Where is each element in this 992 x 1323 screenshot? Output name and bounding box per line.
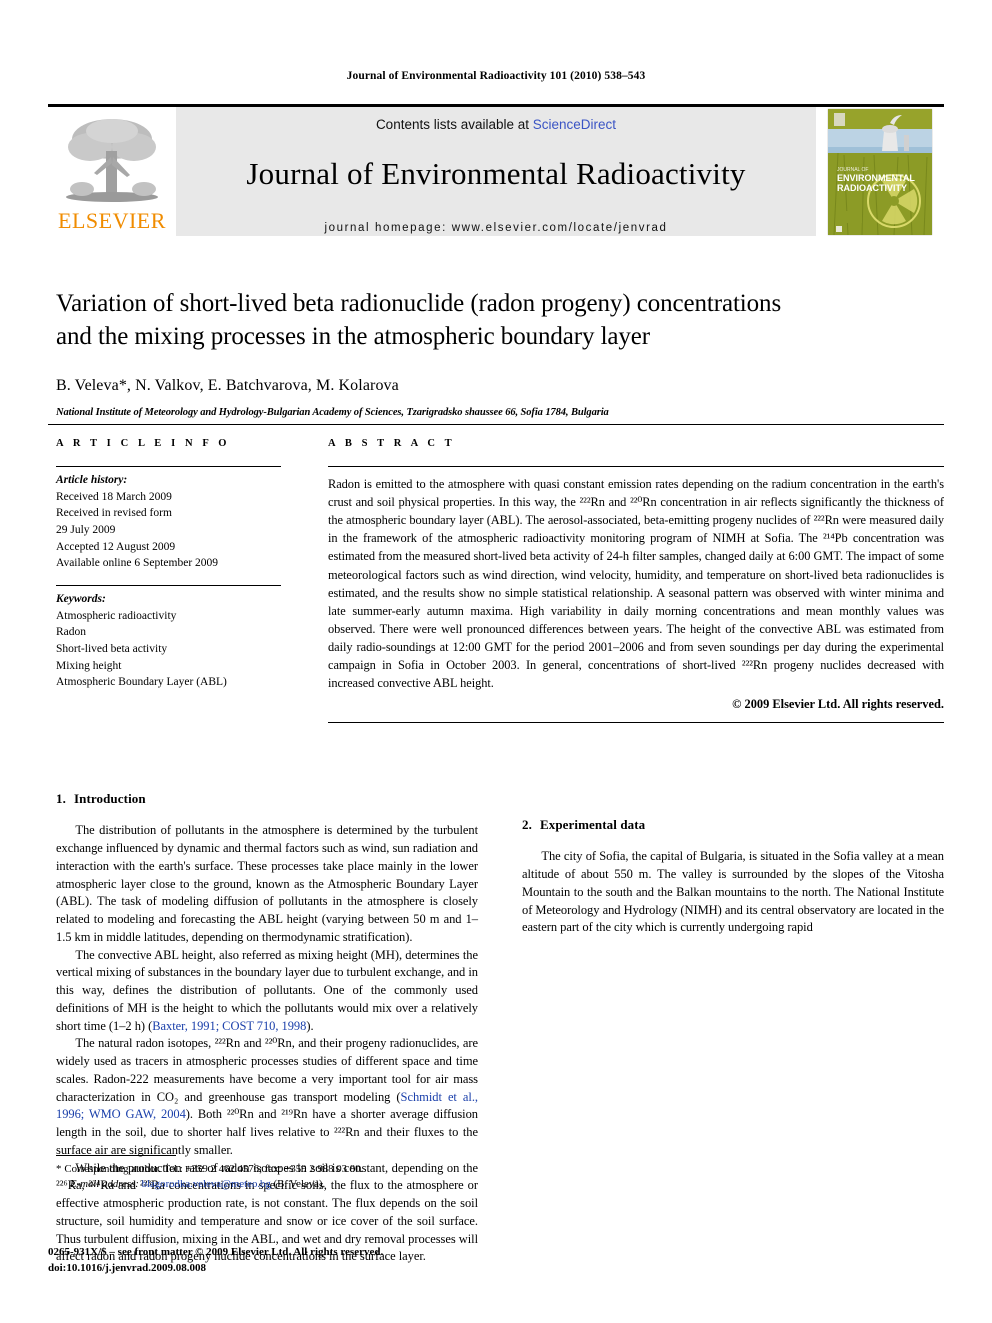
email-label: E-mail address: bbox=[70, 1178, 139, 1191]
journal-cover-thumbnail: JOURNAL OF ENVIRONMENTAL RADIOACTIVITY bbox=[816, 107, 944, 236]
footnote-block: * Corresponding author. Tel.: +359 2 462 … bbox=[56, 1162, 486, 1193]
article-title-line2: and the mixing processes in the atmosphe… bbox=[56, 322, 651, 350]
email-link[interactable]: blagorodka.veleva@meteo.bg bbox=[142, 1178, 271, 1190]
article-history-block: Article history: Received 18 March 2009 … bbox=[56, 472, 281, 572]
abstract-column: Radon is emitted to the atmosphere with … bbox=[328, 466, 944, 724]
elsevier-wordmark: ELSEVIER bbox=[58, 208, 166, 233]
paragraph: The natural radon isotopes, ²²²Rn and ²²… bbox=[56, 1035, 478, 1159]
elsevier-tree-icon bbox=[66, 119, 158, 202]
keyword-item: Atmospheric radioactivity bbox=[56, 609, 177, 622]
section-number: 1. bbox=[56, 791, 66, 806]
history-item: Available online 6 September 2009 bbox=[56, 557, 219, 570]
history-item: Accepted 12 August 2009 bbox=[56, 540, 176, 553]
article-info-column: Article history: Received 18 March 2009 … bbox=[56, 466, 281, 691]
history-item: Received in revised form bbox=[56, 507, 172, 520]
paragraph: The distribution of pollutants in the at… bbox=[56, 823, 478, 944]
page-title: Variation of short-lived beta radionucli… bbox=[56, 288, 936, 353]
paragraph: The convective ABL height, also referred… bbox=[56, 947, 478, 1036]
running-head: Journal of Environmental Radioactivity 1… bbox=[346, 70, 646, 82]
section-number: 2. bbox=[522, 817, 532, 832]
section-heading-experimental-data: 2. Experimental data bbox=[522, 816, 944, 834]
keywords-label: Keywords: bbox=[56, 593, 106, 606]
article-info-heading: A R T I C L E I N F O bbox=[56, 438, 231, 449]
elsevier-logo: ELSEVIER bbox=[48, 107, 176, 236]
paragraph: The city of Sofia, the capital of Bulgar… bbox=[522, 849, 944, 935]
keywords-rule bbox=[56, 585, 281, 587]
history-item: 29 July 2009 bbox=[56, 524, 116, 537]
corresponding-author-note: Corresponding author. Tel.: +359 2 462 4… bbox=[64, 1163, 364, 1175]
history-item: Received 18 March 2009 bbox=[56, 490, 172, 503]
abstract-rule-top bbox=[328, 466, 944, 467]
contents-prefix: Contents lists available at bbox=[375, 117, 533, 132]
journal-masthead: ELSEVIER Contents lists available at Sci… bbox=[48, 104, 944, 236]
paragraph-text-tail: ). bbox=[306, 1018, 314, 1033]
body-column-right: 2. Experimental data The city of Sofia, t… bbox=[522, 790, 944, 1210]
keyword-item: Short-lived beta activity bbox=[56, 643, 168, 656]
body-columns: 1. Introduction The distribution of pollu… bbox=[56, 790, 944, 1263]
sciencedirect-link[interactable]: ScienceDirect bbox=[533, 117, 616, 132]
journal-title: Journal of Environmental Radioactivity bbox=[246, 156, 746, 191]
keyword-item: Mixing height bbox=[56, 659, 122, 672]
doi-line: doi:10.1016/j.jenvrad.2009.08.008 bbox=[48, 1261, 206, 1274]
abstract-text: Radon is emitted to the atmosphere with … bbox=[328, 477, 944, 691]
affiliation: National Institute of Meteorology and Hy… bbox=[56, 407, 609, 418]
keyword-item: Atmospheric Boundary Layer (ABL) bbox=[56, 676, 227, 689]
email-owner: (B. Veleva). bbox=[273, 1178, 326, 1191]
abstract-copyright: © 2009 Elsevier Ltd. All rights reserved… bbox=[732, 697, 944, 712]
info-rule bbox=[56, 466, 281, 467]
front-matter-line: 0265-931X/$ – see front matter © 2009 El… bbox=[48, 1246, 384, 1258]
imprint-block: 0265-931X/$ – see front matter © 2009 El… bbox=[48, 1245, 518, 1277]
abstract-heading: A B S T R A C T bbox=[328, 438, 456, 449]
title-block: Variation of short-lived beta radionucli… bbox=[56, 288, 936, 418]
cover-image: JOURNAL OF ENVIRONMENTAL RADIOACTIVITY bbox=[828, 108, 932, 235]
abstract-rule-bottom bbox=[328, 722, 944, 724]
article-history-label: Article history: bbox=[56, 474, 128, 486]
keywords-block: Keywords: Atmospheric radioactivity Rado… bbox=[56, 591, 281, 691]
footnote-marker: * bbox=[56, 1163, 62, 1175]
svg-text:ENVIRONMENTAL: ENVIRONMENTAL bbox=[837, 173, 915, 183]
author-list: B. Veleva*, N. Valkov, E. Batchvarova, M… bbox=[56, 377, 399, 394]
contents-available-line: Contents lists available at ScienceDirec… bbox=[176, 117, 816, 132]
journal-homepage-link[interactable]: journal homepage: www.elsevier.com/locat… bbox=[176, 222, 816, 234]
paper-page: Journal of Environmental Radioactivity 1… bbox=[0, 0, 992, 1323]
email-note: E-mail address: blagorodka.veleva@meteo.… bbox=[56, 1177, 486, 1192]
keyword-item: Radon bbox=[56, 626, 87, 639]
section-title: Introduction bbox=[73, 791, 146, 806]
masthead-centre: Contents lists available at ScienceDirec… bbox=[176, 107, 816, 236]
citation-link[interactable]: Baxter, 1991; COST 710, 1998 bbox=[152, 1019, 306, 1033]
info-divider-top bbox=[48, 424, 944, 425]
article-title-line1: Variation of short-lived beta radionucli… bbox=[56, 290, 782, 317]
footnote-divider bbox=[56, 1155, 176, 1156]
section-title: Experimental data bbox=[539, 817, 646, 832]
svg-text:RADIOACTIVITY: RADIOACTIVITY bbox=[837, 183, 907, 193]
body-column-left: 1. Introduction The distribution of pollu… bbox=[56, 790, 478, 1263]
section-heading-introduction: 1. Introduction bbox=[56, 790, 478, 808]
